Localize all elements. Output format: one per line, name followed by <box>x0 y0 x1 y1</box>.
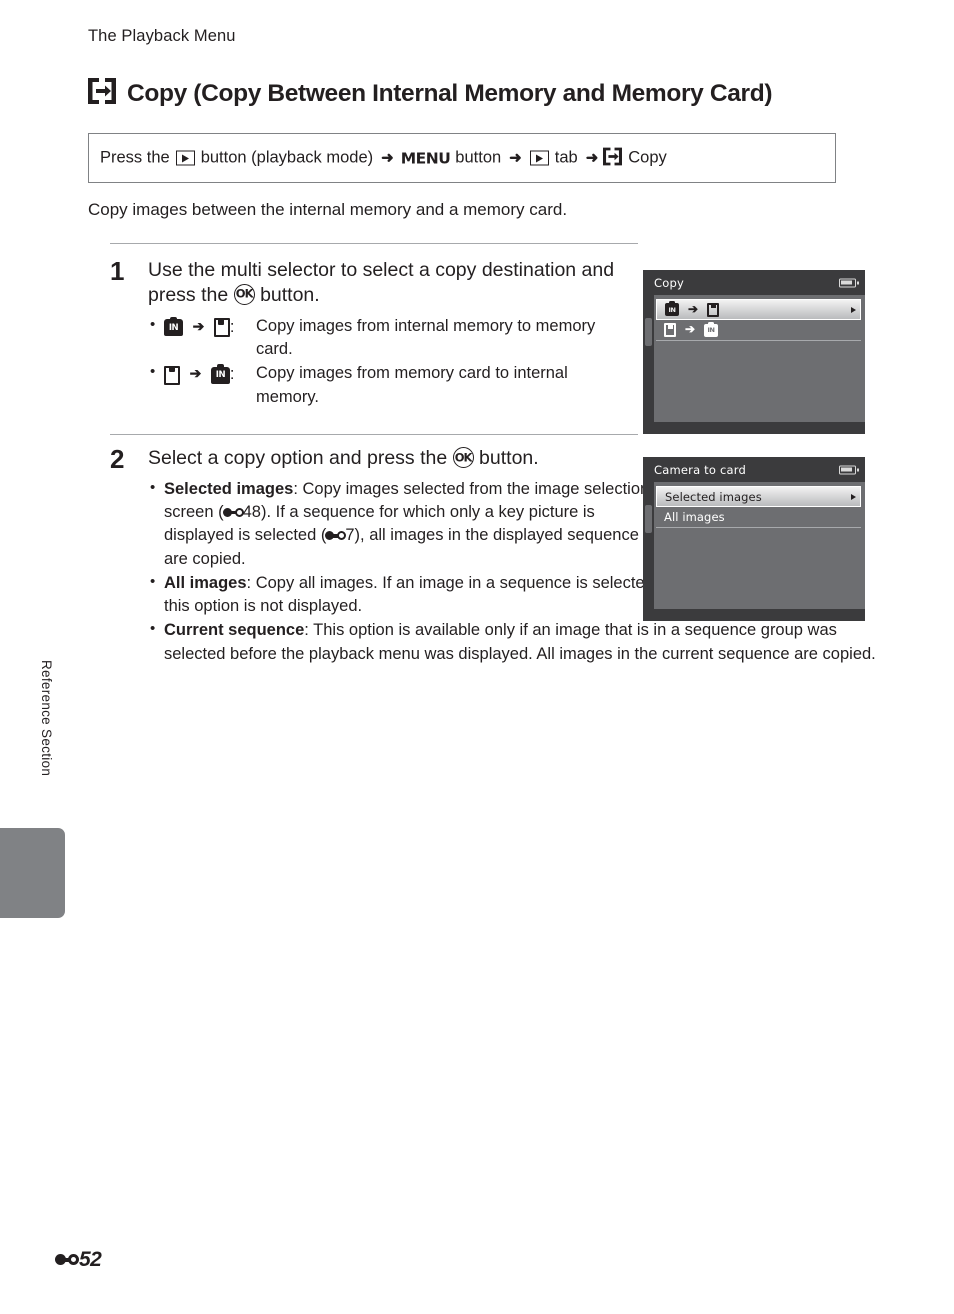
e-reference-icon <box>222 507 244 518</box>
menu-path-box: Press the button (playback mode) ➜ MENU … <box>88 133 836 183</box>
screen-1-menu-list: IN ➔ ➔ IN <box>656 299 861 341</box>
page-title: Copy (Copy Between Internal Memory and M… <box>88 78 772 109</box>
step-1-heading-text-2: button. <box>260 283 320 306</box>
bullet-2-icons: ➔ IN: <box>164 362 256 386</box>
screen-2-title: Camera to card <box>654 462 746 477</box>
bullet-1-colon: : <box>229 317 235 336</box>
internal-memory-icon: IN <box>164 316 183 337</box>
list-item: IN ➔ : Copy images from internal memory … <box>148 314 630 362</box>
playback-button-icon <box>175 150 195 166</box>
memory-card-icon <box>164 365 180 385</box>
step-1: 1 Use the multi selector to select a cop… <box>110 258 630 410</box>
step-2-heading-text-1: Select a copy option and press the <box>148 447 448 469</box>
battery-icon <box>839 278 859 287</box>
step-1-bullet-list: IN ➔ : Copy images from internal memory … <box>148 314 630 409</box>
divider-1 <box>110 243 638 244</box>
option-name-all-images: All images <box>164 573 247 592</box>
running-head: The Playback Menu <box>88 27 236 45</box>
memory-card-icon <box>213 318 230 338</box>
screen-1-footer <box>643 422 865 434</box>
step-1-heading-text-1: Use the multi selector to select a copy … <box>148 259 615 306</box>
copy-icon <box>88 78 116 109</box>
screen-1-title: Copy <box>654 275 684 290</box>
playback-tab-icon <box>529 150 549 166</box>
ok-button-label: OK <box>454 449 473 464</box>
internal-memory-icon: IN <box>704 321 719 337</box>
nav-copy-word: Copy <box>628 148 667 167</box>
bullet-2-colon: : <box>229 365 235 384</box>
section-label: Reference Section <box>39 660 54 777</box>
copy-icon-small <box>603 147 623 171</box>
divider-2 <box>110 434 638 435</box>
step-2-number: 2 <box>110 444 125 474</box>
page-title-text: Copy (Copy Between Internal Memory and M… <box>127 79 773 107</box>
option-0-ref-1: 48 <box>242 503 261 522</box>
step-1-number: 1 <box>110 256 125 286</box>
step-2-heading-text-2: button. <box>479 447 539 469</box>
screen-2-scrollbar[interactable] <box>643 482 654 609</box>
e-reference-icon <box>325 530 347 541</box>
nav-button-word-1: button <box>455 148 502 167</box>
menu-item-internal-to-card[interactable]: IN ➔ <box>656 299 861 320</box>
arrow-right-icon-3: ➜ <box>585 149 599 166</box>
internal-memory-icon: IN <box>210 364 230 384</box>
section-thumb-tab <box>0 828 65 918</box>
list-item: Current sequence: This option is availab… <box>148 618 884 666</box>
arrow-right-icon: ➔ <box>688 301 699 316</box>
ok-button-label: OK <box>235 286 254 301</box>
ok-button-icon: OK <box>233 283 255 305</box>
arrow-right-icon: ➔ <box>192 317 205 334</box>
camera-screen-camera-to-card: Camera to card Selected images All image… <box>643 457 865 621</box>
nav-press-the: Press the <box>100 148 170 167</box>
menu-item-selected-images-label: Selected images <box>665 489 762 504</box>
screen-2-header: Camera to card <box>643 457 865 482</box>
bullet-2-text: Copy images from memory card to internal… <box>256 364 568 406</box>
screen-2-menu-list: Selected images All images <box>656 486 861 528</box>
page-footer: 52 <box>55 1248 102 1272</box>
menu-item-selected-images[interactable]: Selected images <box>656 486 861 507</box>
step-1-heading: Use the multi selector to select a copy … <box>148 258 630 308</box>
screen-1-header: Copy <box>643 270 865 295</box>
menu-item-all-images[interactable]: All images <box>656 507 861 528</box>
bullet-1-icons: IN ➔ : <box>164 315 256 339</box>
screen-1-scrollbar[interactable] <box>643 295 654 422</box>
list-item: Selected images: Copy images selected fr… <box>148 477 664 571</box>
option-name-current-sequence: Current sequence <box>164 621 305 640</box>
nav-tab-word: tab <box>554 148 578 167</box>
list-item: ➔ IN: Copy images from memory card to in… <box>148 361 630 409</box>
memory-card-icon <box>664 323 676 337</box>
arrow-right-icon: ➔ <box>189 365 202 382</box>
internal-memory-icon: IN <box>665 301 679 316</box>
e-reference-icon <box>55 1254 79 1267</box>
nav-button-playback-mode: button (playback mode) <box>200 148 374 167</box>
battery-icon <box>839 465 859 474</box>
screen-2-footer <box>643 609 865 621</box>
option-0-ref-2: 7 <box>345 526 355 545</box>
ok-button-icon: OK <box>452 447 474 468</box>
arrow-right-icon-2: ➜ <box>509 149 522 166</box>
page-number: 52 <box>79 1248 102 1271</box>
camera-screen-copy: Copy IN ➔ ➔ IN <box>643 270 865 434</box>
menu-item-all-images-label: All images <box>664 510 725 524</box>
option-name-selected-images: Selected images <box>164 479 294 498</box>
arrow-right-icon: ➔ <box>685 322 696 336</box>
bullet-1-text: Copy images from internal memory to memo… <box>256 316 596 359</box>
list-item: All images: Copy all images. If an image… <box>148 571 664 619</box>
arrow-right-icon: ➜ <box>381 149 394 166</box>
memory-card-icon <box>707 302 720 317</box>
nav-menu-word: MENU <box>400 149 451 167</box>
menu-item-card-to-internal[interactable]: ➔ IN <box>656 320 861 341</box>
intro-paragraph: Copy images between the internal memory … <box>88 200 568 219</box>
